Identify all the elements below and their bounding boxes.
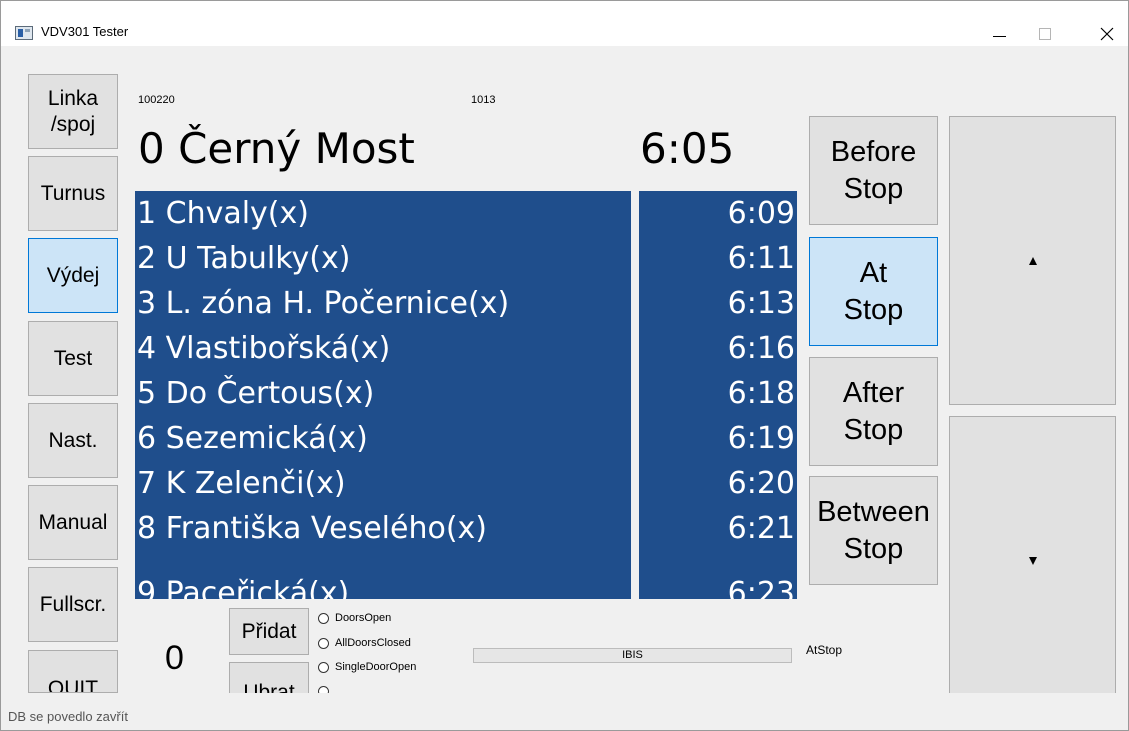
radio-circle-icon — [318, 637, 329, 649]
stop-state-label: AtStop — [806, 643, 843, 657]
before-stop-button[interactable]: Before Stop — [809, 116, 938, 225]
app-window: VDV301 Tester Linka /spoj Turnus Výdej T… — [0, 0, 1129, 731]
maximize-button[interactable] — [1022, 11, 1068, 46]
arrow-up-icon — [1028, 256, 1037, 265]
vydej-button[interactable]: Výdej — [28, 238, 118, 313]
stop-name: 1 Chvaly(x) — [137, 196, 309, 231]
vehicle-id: 100220 — [138, 94, 175, 106]
stop-time: 6:19 — [727, 421, 795, 456]
fullscreen-button[interactable]: Fullscr. — [28, 567, 118, 642]
turnus-button[interactable]: Turnus — [28, 156, 118, 231]
radio-doors-open[interactable]: DoorsOpen — [318, 608, 391, 628]
arrow-down-icon — [1028, 557, 1037, 565]
stop-name: 4 Vlastibořská(x) — [137, 331, 391, 366]
stop-name: 7 K Zelenči(x) — [137, 466, 346, 501]
minimize-button[interactable] — [976, 11, 1022, 46]
stop-list[interactable]: 1 Chvaly(x) 2 U Tabulky(x) 3 L. zóna H. … — [135, 191, 631, 599]
stop-time: 6:23 — [727, 576, 795, 599]
radio-circle-icon — [318, 612, 329, 624]
radio-label: SingleDoorOpen — [335, 661, 417, 673]
manual-button[interactable]: Manual — [28, 485, 118, 560]
close-icon — [1100, 27, 1114, 41]
stop-time: 6:11 — [727, 241, 795, 276]
ibis-progress-bar: IBIS — [473, 648, 792, 663]
stop-time-list[interactable]: 6:09 6:11 6:13 6:16 6:18 6:19 6:20 6:21 … — [639, 191, 797, 599]
stop-name: 2 U Tabulky(x) — [137, 241, 351, 276]
quit-label: QUIT — [47, 677, 99, 693]
stop-time: 6:13 — [727, 286, 795, 321]
status-bar: DB se povedlo zavřít — [1, 693, 1128, 730]
current-stop-name: 0 Černý Most — [138, 124, 415, 173]
stop-name: 3 L. zóna H. Počernice(x) — [137, 286, 510, 321]
test-button[interactable]: Test — [28, 321, 118, 396]
radio-circle-icon — [318, 661, 329, 673]
add-button[interactable]: Přidat — [229, 608, 309, 655]
radio-label: DoorsOpen — [335, 612, 392, 624]
radio-label: AllDoorsClosed — [335, 637, 411, 649]
close-button[interactable] — [1082, 11, 1128, 46]
current-stop-time: 6:05 — [640, 124, 735, 173]
after-stop-button[interactable]: After Stop — [809, 357, 938, 466]
counter-value: 0 — [165, 639, 184, 677]
stop-name: 9 Paceřická(x) — [137, 576, 350, 599]
stop-time: 6:09 — [727, 196, 795, 231]
status-message: DB se povedlo zavřít — [8, 709, 128, 724]
radio-all-doors-closed[interactable]: AllDoorsClosed — [318, 633, 411, 653]
window-title: VDV301 Tester — [41, 24, 129, 39]
linka-spoj-button[interactable]: Linka /spoj — [28, 74, 118, 149]
quit-button[interactable]: QUIT — [28, 650, 118, 693]
trip-id: 1013 — [471, 94, 496, 106]
stop-time: 6:20 — [727, 466, 795, 501]
stop-time: 6:21 — [727, 511, 795, 546]
title-bar[interactable]: VDV301 Tester — [1, 1, 1128, 46]
stop-name: 6 Sezemická(x) — [137, 421, 368, 456]
stop-time: 6:18 — [727, 376, 795, 411]
app-window-icon — [15, 26, 33, 40]
at-stop-button[interactable]: At Stop — [809, 237, 938, 346]
progress-label: IBIS — [622, 649, 643, 661]
radio-single-door-open[interactable]: SingleDoorOpen — [318, 657, 416, 677]
scroll-down-button[interactable] — [949, 416, 1116, 706]
stop-name: 5 Do Čertous(x) — [137, 376, 375, 411]
scroll-up-button[interactable] — [949, 116, 1116, 405]
stop-name: 8 Františka Veselého(x) — [137, 511, 487, 546]
settings-button[interactable]: Nast. — [28, 403, 118, 478]
stop-time: 6:16 — [727, 331, 795, 366]
between-stop-button[interactable]: Between Stop — [809, 476, 938, 585]
